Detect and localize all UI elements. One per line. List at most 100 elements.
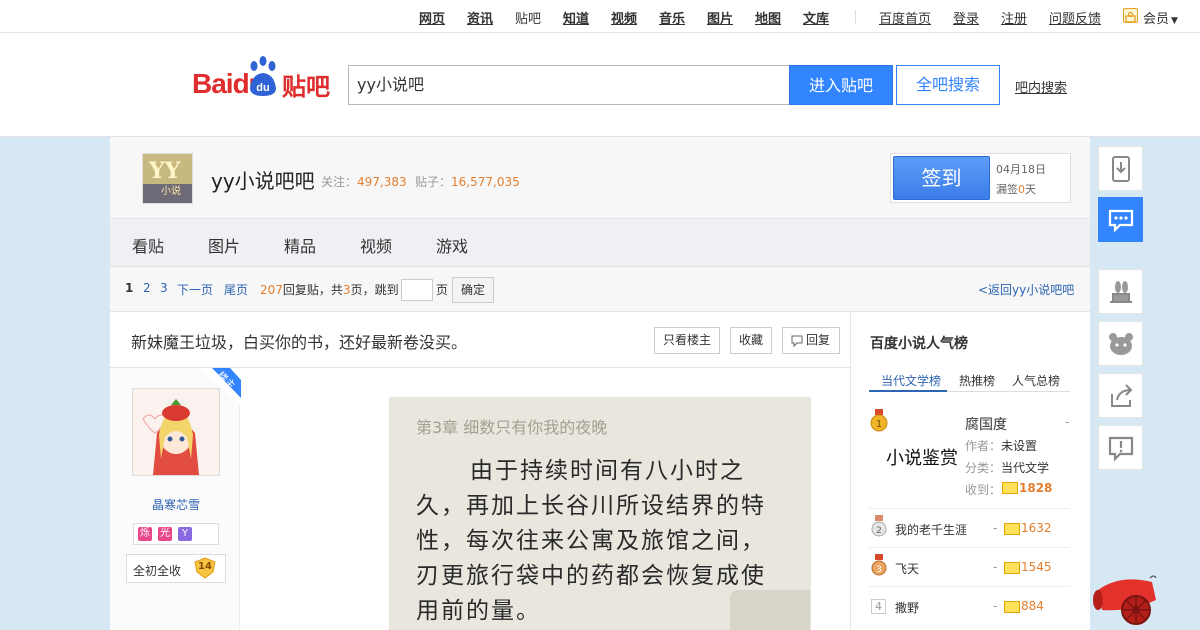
top-book-author: 作者：未设置 bbox=[965, 437, 1037, 454]
badge-2[interactable]: 光 bbox=[158, 527, 172, 541]
in-bar-search-link[interactable]: 吧内搜索 bbox=[1015, 77, 1067, 96]
page-unit: 页 bbox=[436, 283, 449, 297]
rank-item-title[interactable]: 我的老千生涯 bbox=[895, 521, 967, 538]
received-label: 收到： bbox=[965, 483, 1002, 497]
message-button[interactable] bbox=[1098, 197, 1143, 242]
nav-news[interactable]: 资讯 bbox=[467, 8, 493, 27]
tab-hot-recommend[interactable]: 热推榜 bbox=[959, 372, 995, 389]
nav-divider bbox=[855, 10, 856, 24]
sign-miss-prefix: 漏签 bbox=[996, 183, 1018, 196]
nav-images[interactable]: 图片 bbox=[707, 8, 733, 27]
tab-featured[interactable]: 精品 bbox=[284, 233, 316, 257]
top-book-category: 分类：当代文学 bbox=[965, 459, 1049, 476]
follow-stat: 关注：497,383 bbox=[321, 173, 407, 190]
post-text-line: 久，再加上长谷川所设结界的特 bbox=[416, 493, 766, 519]
forum-avatar[interactable]: YY 小说 bbox=[142, 153, 193, 204]
download-app-button[interactable] bbox=[1098, 146, 1143, 191]
last-page-link[interactable]: 尾页 bbox=[224, 281, 248, 298]
cannon-icon[interactable] bbox=[1090, 572, 1162, 630]
sign-date: 04月18日 bbox=[996, 163, 1046, 176]
rank-dash: - bbox=[993, 599, 998, 613]
follow-label: 关注： bbox=[321, 175, 358, 189]
post-text-line: 性，每次往来公寓及旅馆之间， bbox=[416, 528, 766, 554]
login-link[interactable]: 登录 bbox=[953, 8, 979, 27]
nav-map[interactable]: 地图 bbox=[755, 8, 781, 27]
tab-popularity-total[interactable]: 人气总榜 bbox=[1012, 372, 1060, 389]
author-label: 作者： bbox=[965, 439, 1002, 453]
nav-web[interactable]: 网页 bbox=[419, 8, 445, 27]
nav-zhidao[interactable]: 知道 bbox=[563, 8, 589, 27]
nav-music[interactable]: 音乐 bbox=[659, 8, 685, 27]
page-link-3[interactable]: 3 bbox=[160, 281, 168, 295]
report-button[interactable] bbox=[1098, 425, 1143, 470]
sign-miss-count: 0 bbox=[1018, 183, 1025, 196]
badge-1[interactable]: 烁 bbox=[138, 527, 152, 541]
nav-tieba[interactable]: 贴吧 bbox=[515, 8, 541, 27]
tab-images[interactable]: 图片 bbox=[208, 233, 240, 257]
bear-icon bbox=[1109, 333, 1133, 355]
reply-summary: 207回复贴，共3页，跳到 bbox=[260, 281, 399, 298]
feedback-link[interactable]: 问题反馈 bbox=[1049, 8, 1101, 27]
member-link[interactable]: 会员 ▼ bbox=[1143, 8, 1178, 27]
signin-button[interactable]: 签到 bbox=[893, 156, 990, 200]
download-icon bbox=[1112, 156, 1130, 182]
jump-page-input[interactable] bbox=[401, 279, 433, 301]
member-icon[interactable] bbox=[1123, 8, 1138, 23]
chapter-title: 第3章 细数只有你我的夜晚 bbox=[416, 418, 608, 437]
reply-label: 回复 bbox=[805, 333, 830, 347]
follow-count: 497,383 bbox=[357, 175, 407, 189]
sign-miss-suffix: 天 bbox=[1025, 183, 1036, 196]
top-book-title[interactable]: 腐国度 bbox=[965, 414, 1007, 434]
tab-video[interactable]: 视频 bbox=[360, 233, 392, 257]
author-avatar[interactable] bbox=[132, 388, 220, 476]
register-link[interactable]: 注册 bbox=[1001, 8, 1027, 27]
book-cover[interactable]: 小说鉴赏 bbox=[886, 444, 958, 470]
level-number: 14 bbox=[198, 561, 212, 572]
logo-suffix-text: 贴吧 bbox=[282, 73, 330, 101]
rank-number-4: 4 bbox=[871, 599, 886, 614]
badge-3[interactable]: Y bbox=[178, 527, 192, 541]
nav-wenku[interactable]: 文库 bbox=[803, 8, 829, 27]
tab-games[interactable]: 游戏 bbox=[436, 233, 468, 257]
jump-confirm-button[interactable]: 确定 bbox=[452, 277, 494, 303]
forum-name[interactable]: yy小说吧吧 bbox=[211, 165, 315, 194]
row-divider bbox=[869, 508, 1070, 509]
tab-posts[interactable]: 看贴 bbox=[132, 233, 164, 257]
baidu-home-link[interactable]: 百度首页 bbox=[879, 8, 931, 27]
enter-bar-button[interactable]: 进入贴吧 bbox=[789, 65, 893, 105]
svg-text:du: du bbox=[256, 82, 269, 94]
baidu-tieba-logo[interactable]: Baidu 贴吧 du bbox=[192, 56, 332, 104]
mascot-button[interactable] bbox=[1098, 321, 1143, 366]
svg-text:小说: 小说 bbox=[161, 184, 181, 197]
author-name[interactable]: 晶寒芯雪 bbox=[152, 496, 200, 513]
image-watermark bbox=[730, 590, 810, 630]
nav-video[interactable]: 视频 bbox=[611, 8, 637, 27]
only-host-button[interactable]: 只看楼主 bbox=[654, 327, 720, 354]
thread-title: 新妹魔王垃圾，白买你的书，还好最新卷没买。 bbox=[131, 333, 468, 352]
back-to-forum-link[interactable]: <返回yy小说吧吧 bbox=[978, 281, 1074, 298]
post-text-line: 刃更旅行袋中的药都会恢复成使 bbox=[416, 563, 766, 589]
post-text-line: 由于持续时间有八小时之 bbox=[470, 458, 745, 484]
tab-contemporary-lit[interactable]: 当代文学榜 bbox=[881, 372, 941, 389]
all-bar-search-button[interactable]: 全吧搜索 bbox=[896, 65, 1000, 105]
reply-count: 207 bbox=[260, 283, 283, 297]
gift-icon bbox=[1004, 562, 1020, 574]
rank-item-count: 1545 bbox=[1021, 560, 1052, 574]
top-navigation: 网页 资讯 贴吧 知道 视频 音乐 图片 地图 文库 百度首页 登录 注册 问题… bbox=[0, 0, 1200, 33]
category-label: 分类： bbox=[965, 461, 1002, 475]
gold-medal-icon: 1 bbox=[870, 409, 888, 432]
search-input[interactable]: yy小说吧 bbox=[348, 65, 789, 105]
rank-dash: - bbox=[993, 560, 998, 574]
rank-item-title[interactable]: 撒野 bbox=[895, 599, 919, 616]
posts-stat: 贴子：16,577,035 bbox=[415, 173, 520, 190]
favorite-button[interactable]: 收藏 bbox=[730, 327, 772, 354]
gift-icon bbox=[1002, 482, 1018, 494]
rank-item-count: 884 bbox=[1021, 599, 1044, 613]
page-link-2[interactable]: 2 bbox=[143, 281, 151, 295]
next-page-link[interactable]: 下一页 bbox=[177, 281, 213, 298]
magic-button[interactable] bbox=[1098, 269, 1143, 314]
reply-button[interactable]: 回复 bbox=[782, 327, 840, 354]
share-button[interactable] bbox=[1098, 373, 1143, 418]
sign-miss: 漏签0天 bbox=[996, 181, 1036, 197]
rank-item-title[interactable]: 飞天 bbox=[895, 560, 919, 577]
